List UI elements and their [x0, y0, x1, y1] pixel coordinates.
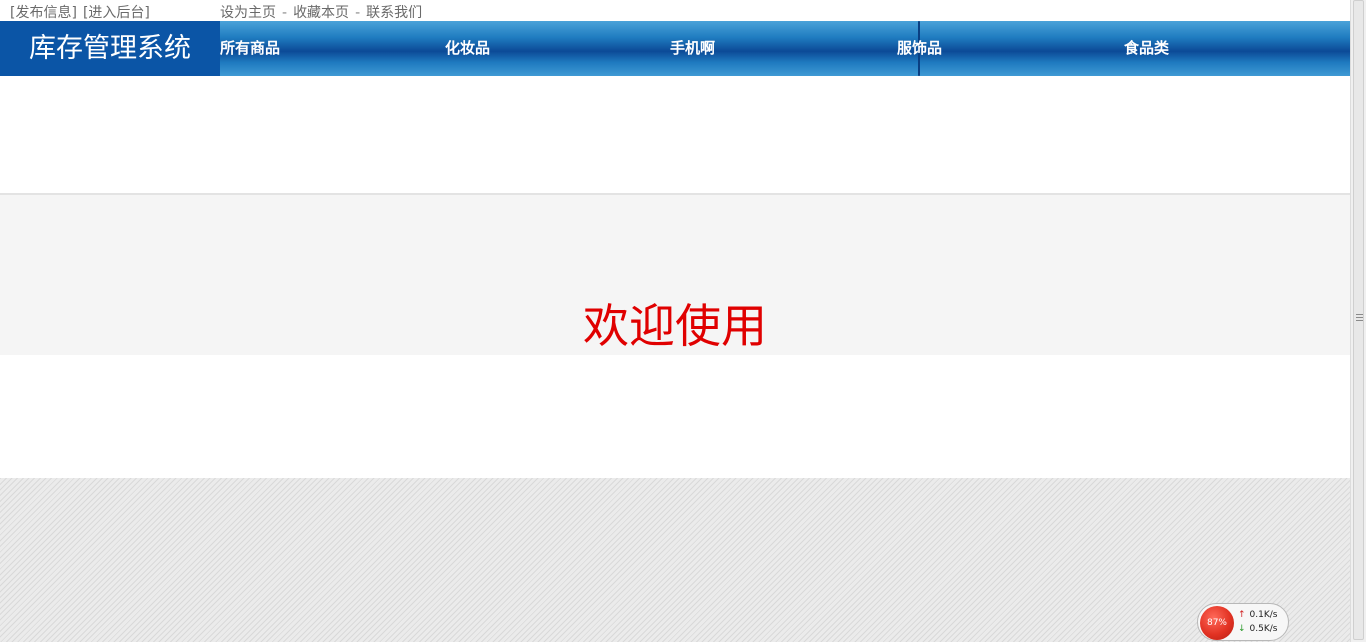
footer-pattern: [0, 478, 1350, 642]
top-left-links: [发布信息] [进入后台]: [10, 2, 156, 22]
upload-speed-value: 0.1K/s: [1249, 610, 1278, 620]
content-bottom-area: [0, 355, 1350, 478]
nav-strip: 所有商品 化妆品 手机啊 服饰品 食品类: [220, 21, 1350, 76]
upload-speed: ↑ 0.1K/s: [1238, 610, 1277, 620]
contact-us-link[interactable]: 联系我们: [366, 5, 422, 21]
nav-item-all-products[interactable]: 所有商品: [220, 21, 280, 76]
download-speed: ↓ 0.5K/s: [1238, 624, 1277, 634]
nav-item-phones[interactable]: 手机啊: [670, 21, 715, 76]
nav-item-cosmetics[interactable]: 化妆品: [445, 21, 490, 76]
link-separator: -: [355, 5, 361, 21]
vertical-scrollbar[interactable]: [1350, 0, 1366, 642]
enter-admin-link[interactable]: [进入后台]: [83, 5, 150, 21]
set-homepage-link[interactable]: 设为主页: [220, 5, 276, 21]
network-monitor-widget[interactable]: 87% ↑ 0.1K/s ↓ 0.5K/s: [1197, 603, 1289, 641]
bookmark-page-link[interactable]: 收藏本页: [293, 5, 349, 21]
grip-icon: [1356, 314, 1363, 322]
site-logo[interactable]: 库存管理系统: [0, 21, 220, 76]
upload-arrow-icon: ↑: [1238, 610, 1246, 620]
download-arrow-icon: ↓: [1238, 624, 1246, 634]
download-speed-value: 0.5K/s: [1249, 624, 1278, 634]
publish-info-link[interactable]: [发布信息]: [10, 5, 77, 21]
nav-item-food[interactable]: 食品类: [1124, 21, 1169, 76]
cpu-usage-ball[interactable]: 87%: [1200, 606, 1234, 640]
main-navbar: 库存管理系统 所有商品 化妆品 手机啊 服饰品 食品类: [0, 21, 1350, 76]
scrollbar-thumb[interactable]: [1353, 0, 1364, 640]
welcome-heading: 欢迎使用: [583, 299, 767, 353]
top-links-bar: [发布信息] [进入后台] 设为主页 - 收藏本页 - 联系我们: [0, 0, 1350, 22]
link-separator: -: [282, 5, 288, 21]
content-top-area: [0, 76, 1350, 195]
nav-item-apparel[interactable]: 服饰品: [897, 21, 942, 76]
top-center-links: 设为主页 - 收藏本页 - 联系我们: [220, 2, 422, 22]
